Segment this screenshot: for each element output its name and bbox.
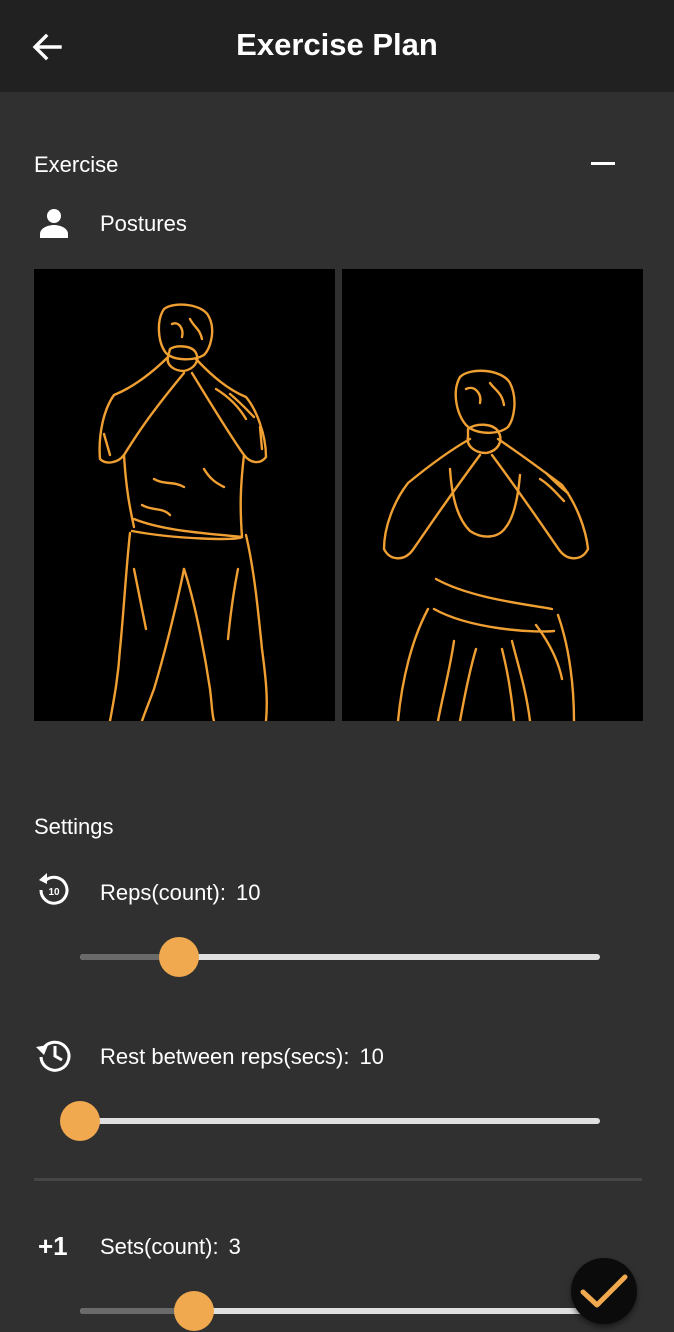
settings-section-title: Settings xyxy=(34,814,114,839)
sets-slider[interactable] xyxy=(60,1286,620,1332)
posture-image-squat xyxy=(342,269,643,721)
reps-value: 10 xyxy=(235,880,261,905)
app-screen: Exercise Plan Exercise Postures Settings… xyxy=(0,0,674,1332)
history-icon xyxy=(36,1040,71,1072)
rest-slider[interactable] xyxy=(60,1096,620,1146)
exercise-section-title: Exercise xyxy=(34,152,119,177)
rest-label: Rest between reps(secs): 10 xyxy=(100,1044,384,1070)
reps-slider-thumb[interactable] xyxy=(158,937,199,977)
app-bar: Exercise Plan xyxy=(0,0,674,92)
rest-value: 10 xyxy=(359,1044,384,1069)
sets-label: Sets(count): 3 xyxy=(100,1234,241,1260)
postures-label: Postures xyxy=(100,211,187,236)
confirm-fab-button[interactable] xyxy=(571,1258,637,1324)
minus-icon xyxy=(591,162,615,165)
collapse-exercise-button[interactable] xyxy=(580,146,626,182)
reps-label-text: Reps(count): xyxy=(100,880,226,905)
svg-text:10: 10 xyxy=(48,887,60,898)
page-title: Exercise Plan xyxy=(236,27,438,62)
reps-slider[interactable] xyxy=(60,932,620,982)
rest-label-text: Rest between reps(secs): xyxy=(100,1044,350,1069)
settings-divider xyxy=(34,1178,642,1181)
sets-label-text: Sets(count): xyxy=(100,1234,219,1259)
check-icon xyxy=(580,1274,628,1308)
sets-value: 3 xyxy=(228,1234,241,1259)
plus-one-icon: +1 xyxy=(38,1231,68,1261)
rest-slider-track xyxy=(80,1118,600,1124)
person-icon xyxy=(40,209,68,238)
replay-10-icon: 10 xyxy=(39,873,69,905)
reps-label: Reps(count): 10 xyxy=(100,880,260,906)
posture-image-standing xyxy=(34,269,335,721)
sets-slider-thumb[interactable] xyxy=(174,1291,215,1331)
rest-slider-thumb[interactable] xyxy=(60,1101,100,1141)
